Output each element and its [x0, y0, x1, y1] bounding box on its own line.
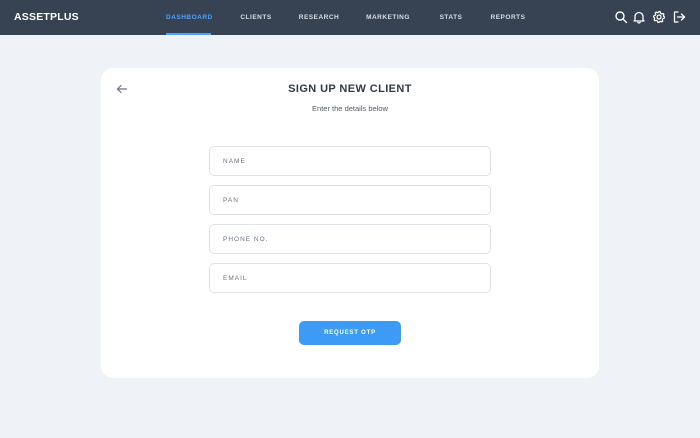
- page-title: SIGN UP NEW CLIENT: [288, 83, 412, 95]
- logout-icon[interactable]: [672, 10, 686, 24]
- nav-dashboard-label: DASHBOARD: [166, 14, 213, 21]
- bell-icon[interactable]: [632, 10, 646, 24]
- top-navigation-bar: ASSETPLUS DASHBOARD CLIENTS RESEARCH MAR…: [0, 0, 700, 35]
- page-subtitle: Enter the details below: [312, 104, 388, 113]
- gear-icon[interactable]: [652, 10, 666, 24]
- active-tab-indicator: [166, 33, 211, 35]
- request-otp-button[interactable]: REQUEST OTP: [299, 321, 401, 345]
- nav-stats-label: STATS: [439, 14, 463, 21]
- pan-field[interactable]: [209, 185, 491, 215]
- phone-field[interactable]: [209, 224, 491, 254]
- nav-research-label: RESEARCH: [298, 14, 340, 21]
- nav-reports-label: REPORTS: [490, 14, 526, 21]
- search-icon[interactable]: [614, 10, 628, 24]
- nav-dashboard[interactable]: DASHBOARD: [166, 0, 213, 35]
- sign-up-card: SIGN UP NEW CLIENT Enter the details bel…: [101, 68, 599, 378]
- name-field[interactable]: [209, 146, 491, 176]
- nav-marketing[interactable]: MARKETING: [364, 0, 412, 35]
- nav-research[interactable]: RESEARCH: [298, 0, 340, 35]
- brand-logo[interactable]: ASSETPLUS: [14, 0, 79, 35]
- email-field[interactable]: [209, 263, 491, 293]
- nav-marketing-label: MARKETING: [366, 14, 410, 21]
- nav-clients-label: CLIENTS: [240, 14, 272, 21]
- nav-reports[interactable]: REPORTS: [489, 0, 527, 35]
- nav-stats[interactable]: STATS: [437, 0, 465, 35]
- nav-clients[interactable]: CLIENTS: [238, 0, 274, 35]
